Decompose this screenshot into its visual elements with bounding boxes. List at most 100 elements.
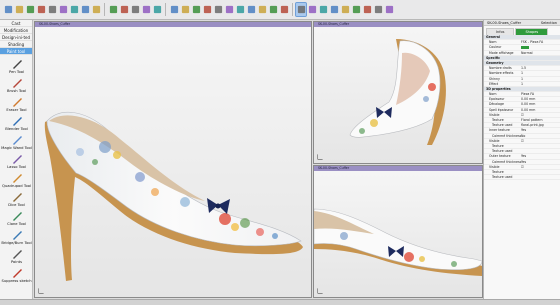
properties-tabs: Infos Shapes [484,26,560,35]
property-value[interactable]: 0.00 mm [521,108,535,112]
property-value[interactable]: 1 [521,77,523,81]
layers-icon[interactable] [362,3,372,16]
text-tool-icon[interactable] [318,3,328,16]
link-icon[interactable] [329,3,339,16]
wire-icon[interactable] [224,3,234,16]
checkbox[interactable]: ☑ [521,139,524,143]
tool-item[interactable]: Quadrupod Tool [0,172,33,189]
tool-item[interactable]: Bridge/Burn Tool [0,229,33,246]
undo-icon[interactable] [69,3,79,16]
light-icon[interactable] [235,3,245,16]
settings-icon[interactable] [279,3,289,16]
tool-item[interactable]: Dice Tool [0,191,33,208]
shade-icon[interactable] [213,3,223,16]
property-value[interactable]: floral-print.jpg [521,123,544,127]
property-value[interactable]: 0.00 mm [521,97,535,101]
snap-icon[interactable] [152,3,162,16]
tab-shapes[interactable]: Shapes [515,28,549,35]
quadrupod-tool-icon [12,174,22,183]
bottom-right-viewport[interactable]: SK-00-Shoes_Cuffer [313,165,483,298]
grid-icon[interactable] [257,3,267,16]
dice-tool-icon [12,193,22,202]
checkbox[interactable]: ☑ [521,165,524,169]
tool-item[interactable]: Clone Tool [0,210,33,227]
fill-icon[interactable] [307,3,317,16]
tool-item[interactable]: Eraser Tool [0,96,33,113]
mode-list: Cast Modification Design-ini-ted Shading Pai… [0,20,32,55]
pen-tool-icon [12,60,22,69]
square-icon[interactable] [340,3,350,16]
color-swatch[interactable] [521,45,529,50]
properties-title: SK-00-Shoes_Cuffer [487,21,522,25]
property-value[interactable]: Pieza FA [521,92,534,96]
toolbar-separator [292,3,293,16]
tool-item[interactable]: Magic Wand Tool [0,134,33,151]
mode-item[interactable]: Paint tool [0,48,32,55]
property-value[interactable]: Yes [521,160,526,164]
tool-label: Clone Tool [7,222,26,226]
tool-label: Blender Tool [5,127,28,131]
property-value[interactable]: Yes [521,128,526,132]
frames-icon[interactable] [373,3,383,16]
paint-select-icon[interactable] [295,2,307,17]
tool-label: Brush Tool [7,89,26,93]
mode-item[interactable]: Design-ini-ted [0,34,32,41]
tool-item[interactable]: Pen Tool [0,58,33,75]
clone-tool-icon [12,212,22,221]
tool-label: Suppress sketch [1,279,32,283]
scale-icon[interactable] [141,3,151,16]
camera-icon[interactable] [246,3,256,16]
import-icon[interactable] [47,3,57,16]
property-value[interactable]: 1 [521,82,523,86]
tool-item[interactable]: Blender Tool [0,115,33,132]
mode-item[interactable]: Modification [0,27,32,34]
property-value[interactable]: Floral pattern [521,118,543,122]
points-icon [12,250,22,259]
view-side-icon[interactable] [180,3,190,16]
property-key: Texture used [492,175,513,180]
property-value[interactable]: FSK - Pieza FA [521,40,543,44]
render-icon[interactable] [268,3,278,16]
tool-item[interactable]: Suppress sketch [0,267,33,284]
top-right-viewport[interactable]: SK-00-Shoes_Cuffer [313,21,483,164]
property-value[interactable]: 1 [521,71,523,75]
axis-gizmo-icon [38,288,44,294]
tool-item[interactable]: Points [0,248,33,265]
rotate-icon[interactable] [130,3,140,16]
tab-infos[interactable]: Infos [486,28,515,35]
tool-label: Quadrupod Tool [2,184,31,188]
view-front-icon[interactable] [169,3,179,16]
magic-wand-tool-icon [12,136,22,145]
property-value[interactable]: Normal [521,51,533,55]
move-icon[interactable] [119,3,129,16]
property-value[interactable]: No [521,134,525,138]
delete-icon[interactable] [91,3,101,16]
new-icon[interactable] [3,3,13,16]
property-value[interactable]: 0.00 mm [521,102,535,106]
properties-selection-label[interactable]: Selection [541,20,557,25]
main-3d-viewport[interactable]: SK-00-Shoes_Cuffer [34,21,312,298]
select-icon[interactable] [108,3,118,16]
mode-item[interactable]: Cast [0,20,32,27]
shoe-side-view[interactable] [35,27,311,297]
shoe-perspective-view[interactable] [314,27,482,163]
tool-item[interactable]: Lasso Tool [0,153,33,170]
rotate-view-icon[interactable] [351,3,361,16]
property-value[interactable]: 1.5 [521,66,526,70]
view-persp-icon[interactable] [202,3,212,16]
property-row[interactable]: Texture used [484,175,560,181]
redo-icon[interactable] [80,3,90,16]
app-window: Cast Modification Design-ini-ted Shading Pai… [0,0,560,305]
save-icon[interactable] [25,3,35,16]
tool-item[interactable]: Brush Tool [0,77,33,94]
save-as-icon[interactable] [36,3,46,16]
open-icon[interactable] [14,3,24,16]
export-icon[interactable] [58,3,68,16]
checkbox[interactable]: ☑ [521,113,524,117]
help-icon[interactable] [384,3,394,16]
property-value[interactable]: Yes [521,154,526,158]
view-top-icon[interactable] [191,3,201,16]
mode-item[interactable]: Shading [0,41,32,48]
shoe-closeup-view[interactable] [314,171,482,297]
eraser-tool-icon [12,98,22,107]
